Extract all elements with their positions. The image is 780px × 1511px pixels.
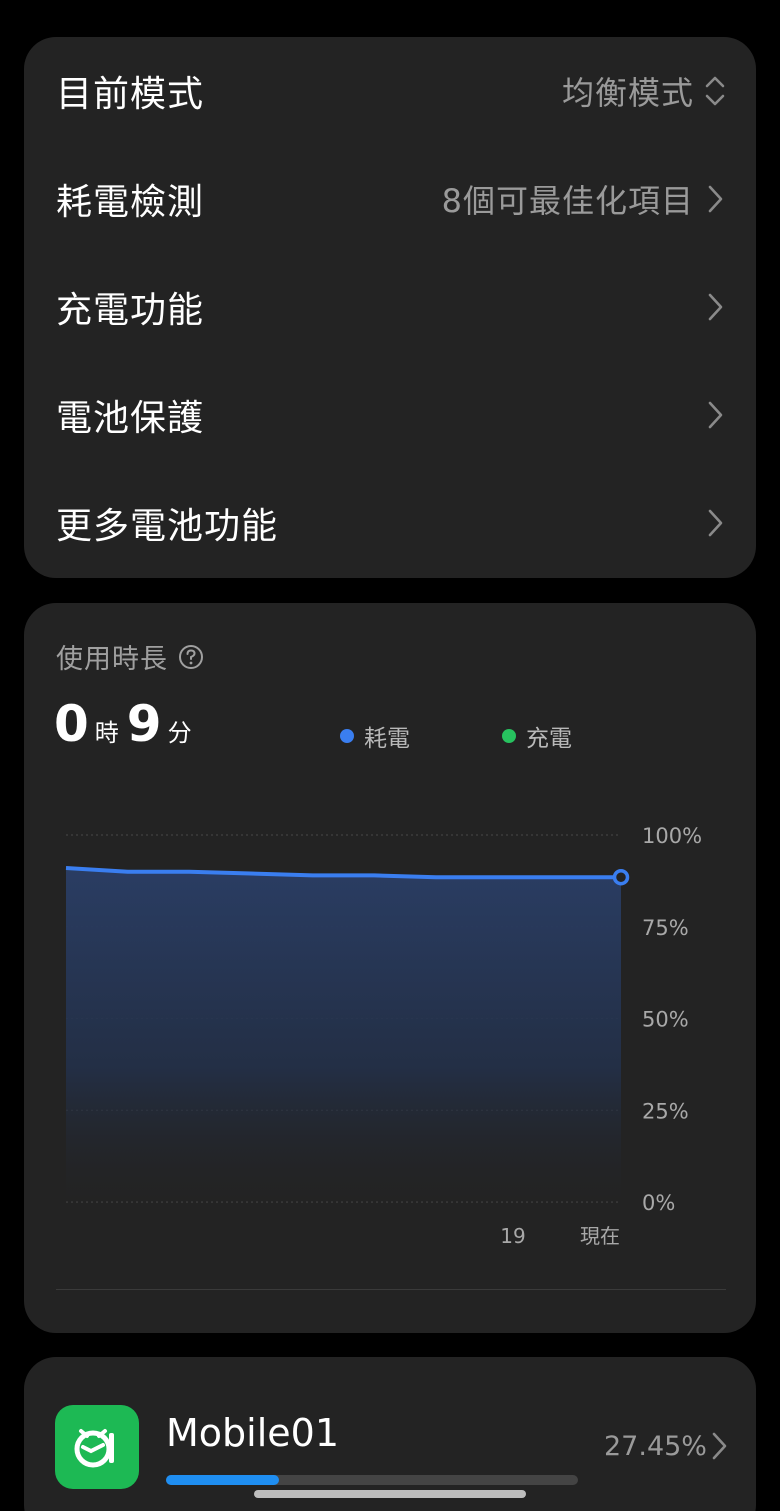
app-usage-card[interactable]: Mobile01 27.45% (24, 1357, 756, 1511)
y-tick-label: 50% (642, 1008, 689, 1032)
mobile01-logo-icon (55, 1405, 139, 1489)
app-name: Mobile01 (166, 1411, 340, 1455)
y-tick-label: 100% (642, 824, 702, 848)
updown-chevron-icon (704, 74, 726, 108)
settings-card: 目前模式 均衡模式 耗電檢測 8個可最佳化項目 充電功能 電池保護 更多電池功能 (24, 37, 756, 578)
y-tick-label: 75% (642, 916, 689, 940)
chevron-right-icon (704, 182, 726, 216)
row-label: 更多電池功能 (56, 506, 279, 547)
row-label: 充電功能 (56, 290, 205, 331)
row-value: 均衡模式 (561, 74, 694, 112)
row-value: 8個可最佳化項目 (441, 182, 694, 220)
row-label: 耗電檢測 (56, 182, 205, 223)
app-usage-bar (166, 1475, 578, 1485)
app-usage-bar-fill (166, 1475, 280, 1485)
usage-divider (56, 1289, 726, 1290)
row-battery-protection[interactable]: 電池保護 (24, 361, 756, 469)
chevron-right-icon (704, 290, 726, 324)
y-tick-label: 0% (642, 1191, 675, 1215)
home-indicator[interactable] (254, 1490, 526, 1498)
drain-area (66, 868, 621, 1202)
battery-chart: 100% 75% 50% 25% 0% 19 現在 (65, 824, 702, 1248)
current-point-marker (612, 868, 630, 886)
chevron-right-icon (704, 398, 726, 432)
app-percent: 27.45% (604, 1431, 707, 1462)
row-power-detection[interactable]: 耗電檢測 8個可最佳化項目 (24, 145, 756, 253)
row-label: 電池保護 (56, 398, 205, 439)
row-charging-features[interactable]: 充電功能 (24, 253, 756, 361)
x-tick-label: 19 (500, 1224, 525, 1248)
chevron-right-icon (708, 1429, 730, 1463)
chevron-right-icon (704, 506, 726, 540)
row-current-mode[interactable]: 目前模式 均衡模式 (24, 37, 756, 145)
x-tick-label: 現在 (580, 1224, 620, 1248)
row-label: 目前模式 (56, 74, 205, 115)
y-tick-label: 25% (642, 1099, 689, 1123)
row-more-battery-features[interactable]: 更多電池功能 (24, 469, 756, 577)
usage-card: 使用時長 0 時 9 分 耗電 充電 100% 75% 50% 25% 0% 19 現在 (24, 603, 756, 1333)
